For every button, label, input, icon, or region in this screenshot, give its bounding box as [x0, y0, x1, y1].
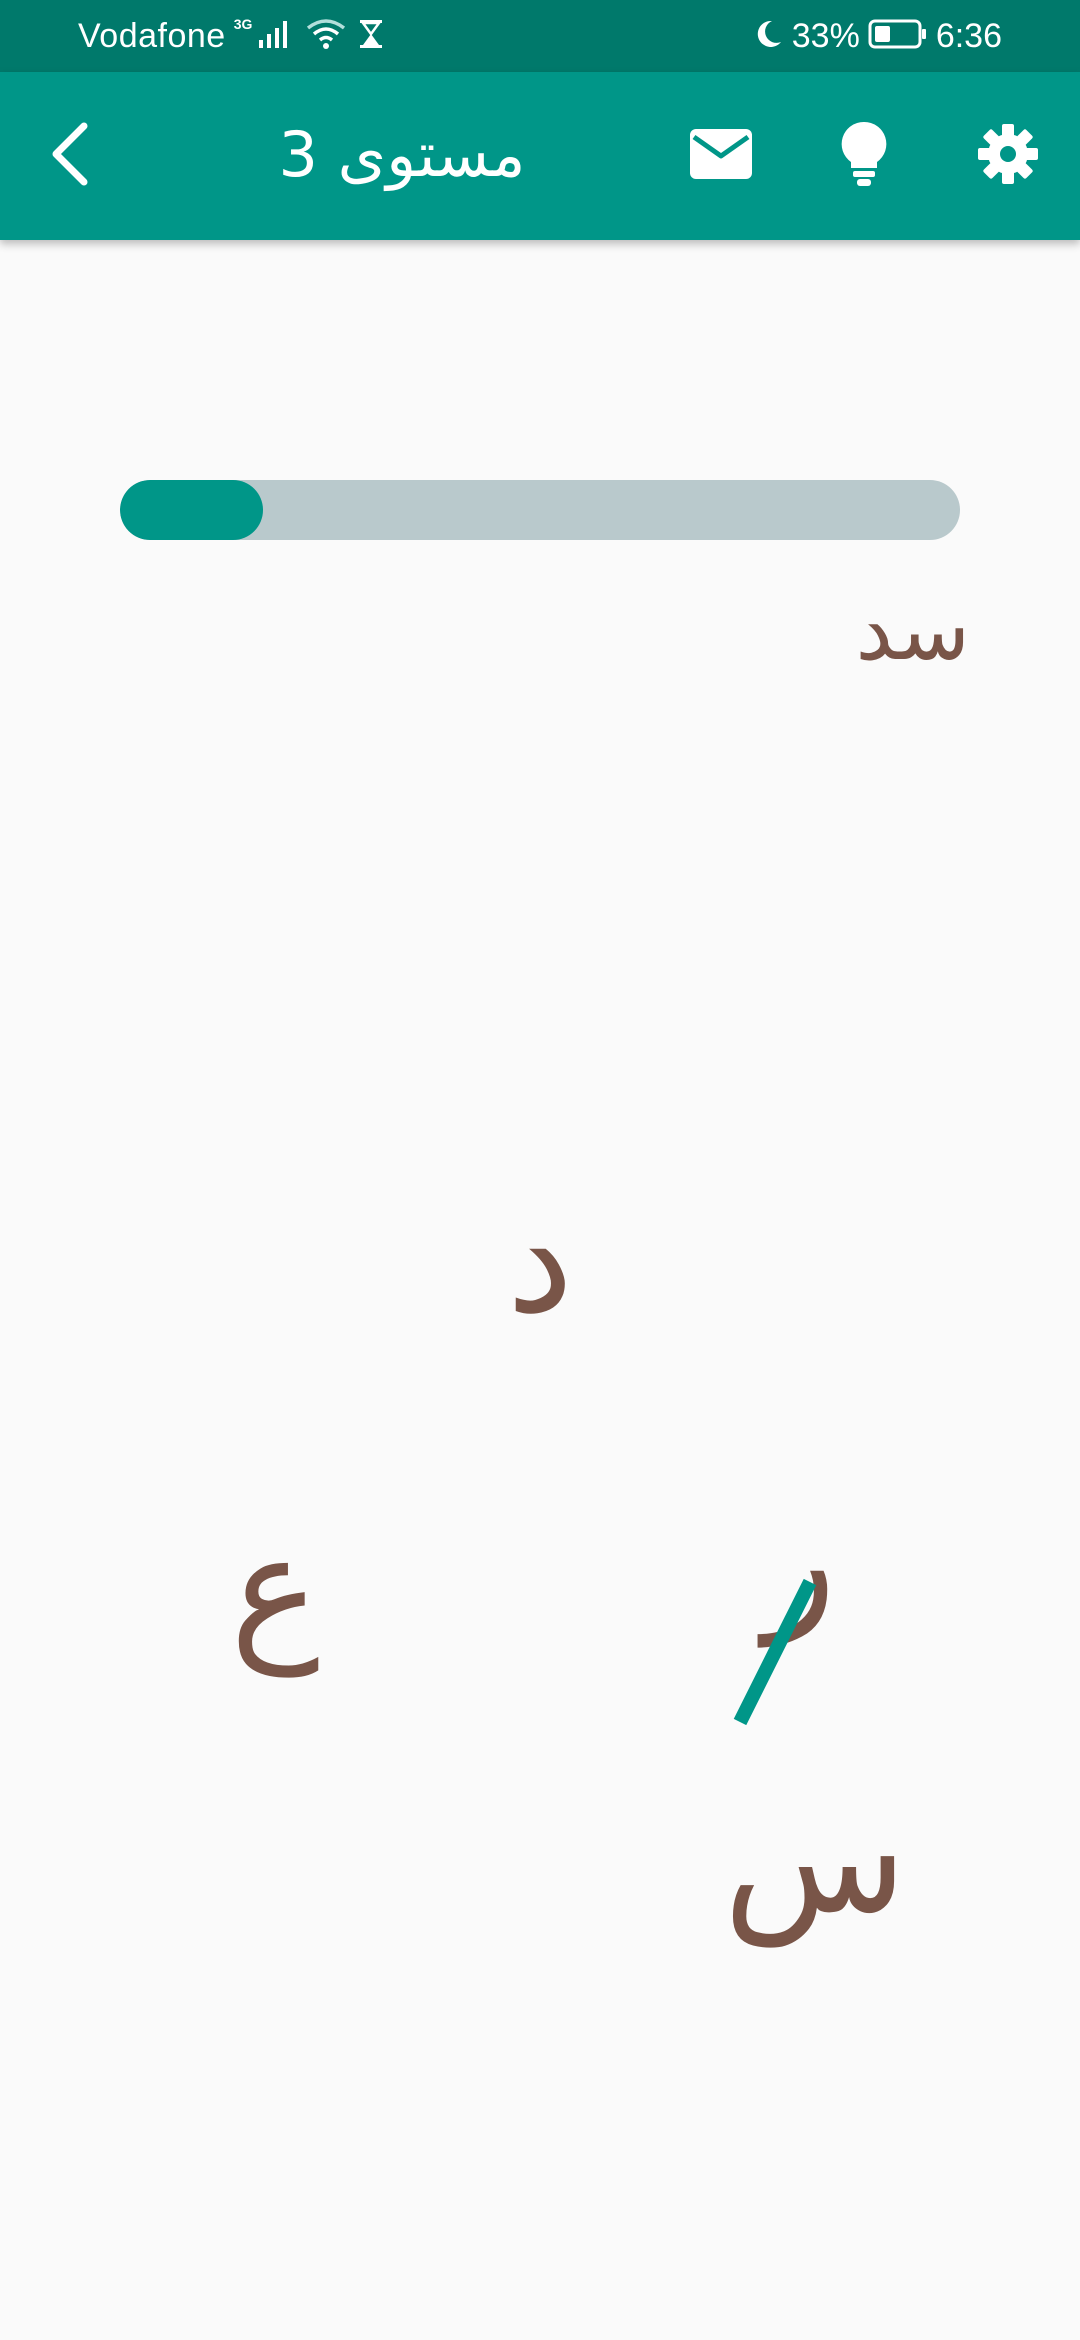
back-icon: [46, 120, 94, 192]
status-left: Vodafone 3G: [78, 0, 384, 72]
level-progress-fill: [120, 480, 263, 540]
letter-tile-bottom[interactable]: س: [715, 1770, 915, 1950]
clock: 6:36: [935, 16, 1002, 55]
letter-tile-right[interactable]: ر: [700, 1470, 900, 1650]
battery-icon: [868, 18, 928, 54]
network-type: 3G: [233, 16, 253, 32]
level-progress-bar: [120, 480, 960, 540]
current-word: سد: [855, 581, 970, 679]
mail-icon: [688, 127, 754, 185]
app-screen: Vodafone 3G 33% 6:36 مستوى 3 سد د ع ر س: [0, 0, 1080, 2340]
letter-tile-top[interactable]: د: [440, 1170, 640, 1350]
mail-button[interactable]: [675, 110, 767, 202]
status-right: 33% 6:36: [754, 0, 1002, 72]
hourglass-icon: [358, 18, 384, 54]
moon-icon: [754, 18, 784, 54]
status-bar: Vodafone 3G 33% 6:36: [0, 0, 1080, 72]
settings-button[interactable]: [962, 110, 1054, 202]
hint-button[interactable]: [818, 110, 910, 202]
wifi-icon: [306, 18, 346, 54]
app-bar: مستوى 3: [0, 72, 1080, 240]
gear-icon: [977, 123, 1039, 189]
page-title: مستوى 3: [278, 118, 526, 191]
lightbulb-icon: [839, 120, 889, 192]
signal-icon: [258, 18, 292, 54]
battery-percent: 33%: [791, 16, 860, 55]
back-button[interactable]: [30, 116, 110, 196]
carrier-name: Vodafone: [78, 16, 226, 55]
letter-tile-left[interactable]: ع: [175, 1500, 375, 1680]
